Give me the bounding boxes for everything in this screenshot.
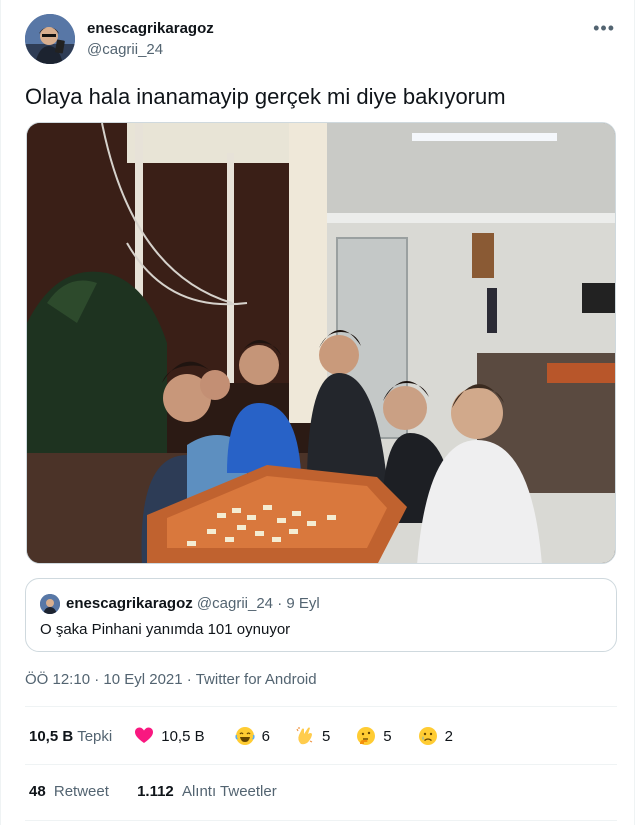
reaction-sad[interactable]: 2 — [418, 726, 453, 746]
quoted-text: O şaka Pinhani yanımda 101 oynuyor — [40, 621, 291, 638]
sad-face-icon — [418, 727, 437, 745]
tweet-detail: enescagrikaragoz @cagrii_24 ••• Olaya ha… — [0, 0, 635, 825]
author-avatar[interactable] — [25, 14, 75, 64]
divider-3 — [25, 820, 617, 821]
reaction-laugh[interactable]: 6 — [235, 726, 270, 746]
quoted-date: 9 Eyl — [286, 595, 320, 612]
divider-2 — [25, 764, 617, 765]
quoted-author-handle: @cagrii_24 — [196, 595, 274, 612]
reaction-think[interactable]: 5 — [356, 726, 392, 746]
tweet-meta: ÖÖ 12:10 · 10 Eyl 2021 · Twitter for And… — [25, 671, 317, 688]
meta-separator-2: · — [186, 671, 192, 688]
quoted-author-avatar — [40, 594, 60, 614]
reaction-think-count: 5 — [383, 727, 392, 745]
clapping-hands-icon — [296, 727, 313, 745]
quoted-meta: enescagrikaragoz @cagrii_24 · 9 Eyl — [66, 595, 320, 612]
reactions-total-label: Tepki — [77, 727, 113, 745]
retweets-count: 48 — [29, 783, 46, 800]
laughing-face-icon — [235, 727, 255, 745]
more-dots-icon[interactable]: ••• — [593, 18, 615, 39]
tweet-source[interactable]: Twitter for Android — [196, 671, 317, 688]
tweet-photo[interactable] — [26, 122, 616, 564]
retweets-stat[interactable]: 48 Retweet — [29, 783, 113, 800]
thinking-face-icon — [357, 727, 376, 745]
reaction-clap[interactable]: 5 — [295, 726, 330, 746]
meta-separator: · — [94, 671, 100, 688]
divider — [25, 706, 617, 707]
quoted-tweet[interactable]: enescagrikaragoz @cagrii_24 · 9 Eyl O şa… — [25, 578, 617, 652]
tweet-header: enescagrikaragoz @cagrii_24 ••• — [25, 14, 615, 66]
reaction-heart-count: 10,5 B — [161, 727, 205, 745]
quotes-label: Alıntı Tweetler — [181, 783, 277, 800]
heart-icon — [135, 727, 154, 743]
tweet-date[interactable]: 10 Eyl 2021 — [103, 671, 182, 688]
author-handle[interactable]: @cagrii_24 — [87, 41, 163, 58]
author-display-name[interactable]: enescagrikaragoz — [87, 20, 214, 37]
reaction-sad-count: 2 — [444, 727, 453, 745]
quoted-separator: · — [277, 595, 283, 612]
tweet-time[interactable]: ÖÖ 12:10 — [25, 671, 90, 688]
tweet-text: Olaya hala inanamayip gerçek mi diye bak… — [25, 84, 506, 109]
reaction-heart[interactable]: 10,5 B — [134, 726, 205, 746]
reactions-bar: 10,5 B Tepki 10,5 B 6 5 5 2 — [29, 725, 619, 747]
quotes-count: 1.112 — [137, 783, 174, 800]
reaction-clap-count: 5 — [321, 727, 331, 745]
retweets-label: Retweet — [53, 783, 109, 800]
tweet-stats: 48 Retweet 1.112 Alıntı Tweetler — [29, 783, 301, 800]
quotes-stat[interactable]: 1.112 Alıntı Tweetler — [137, 783, 277, 800]
reactions-total[interactable]: 10,5 B Tepki — [29, 728, 112, 745]
quoted-author-name: enescagrikaragoz — [66, 595, 193, 612]
reaction-laugh-count: 6 — [261, 727, 270, 745]
reactions-total-count: 10,5 B — [29, 727, 74, 745]
